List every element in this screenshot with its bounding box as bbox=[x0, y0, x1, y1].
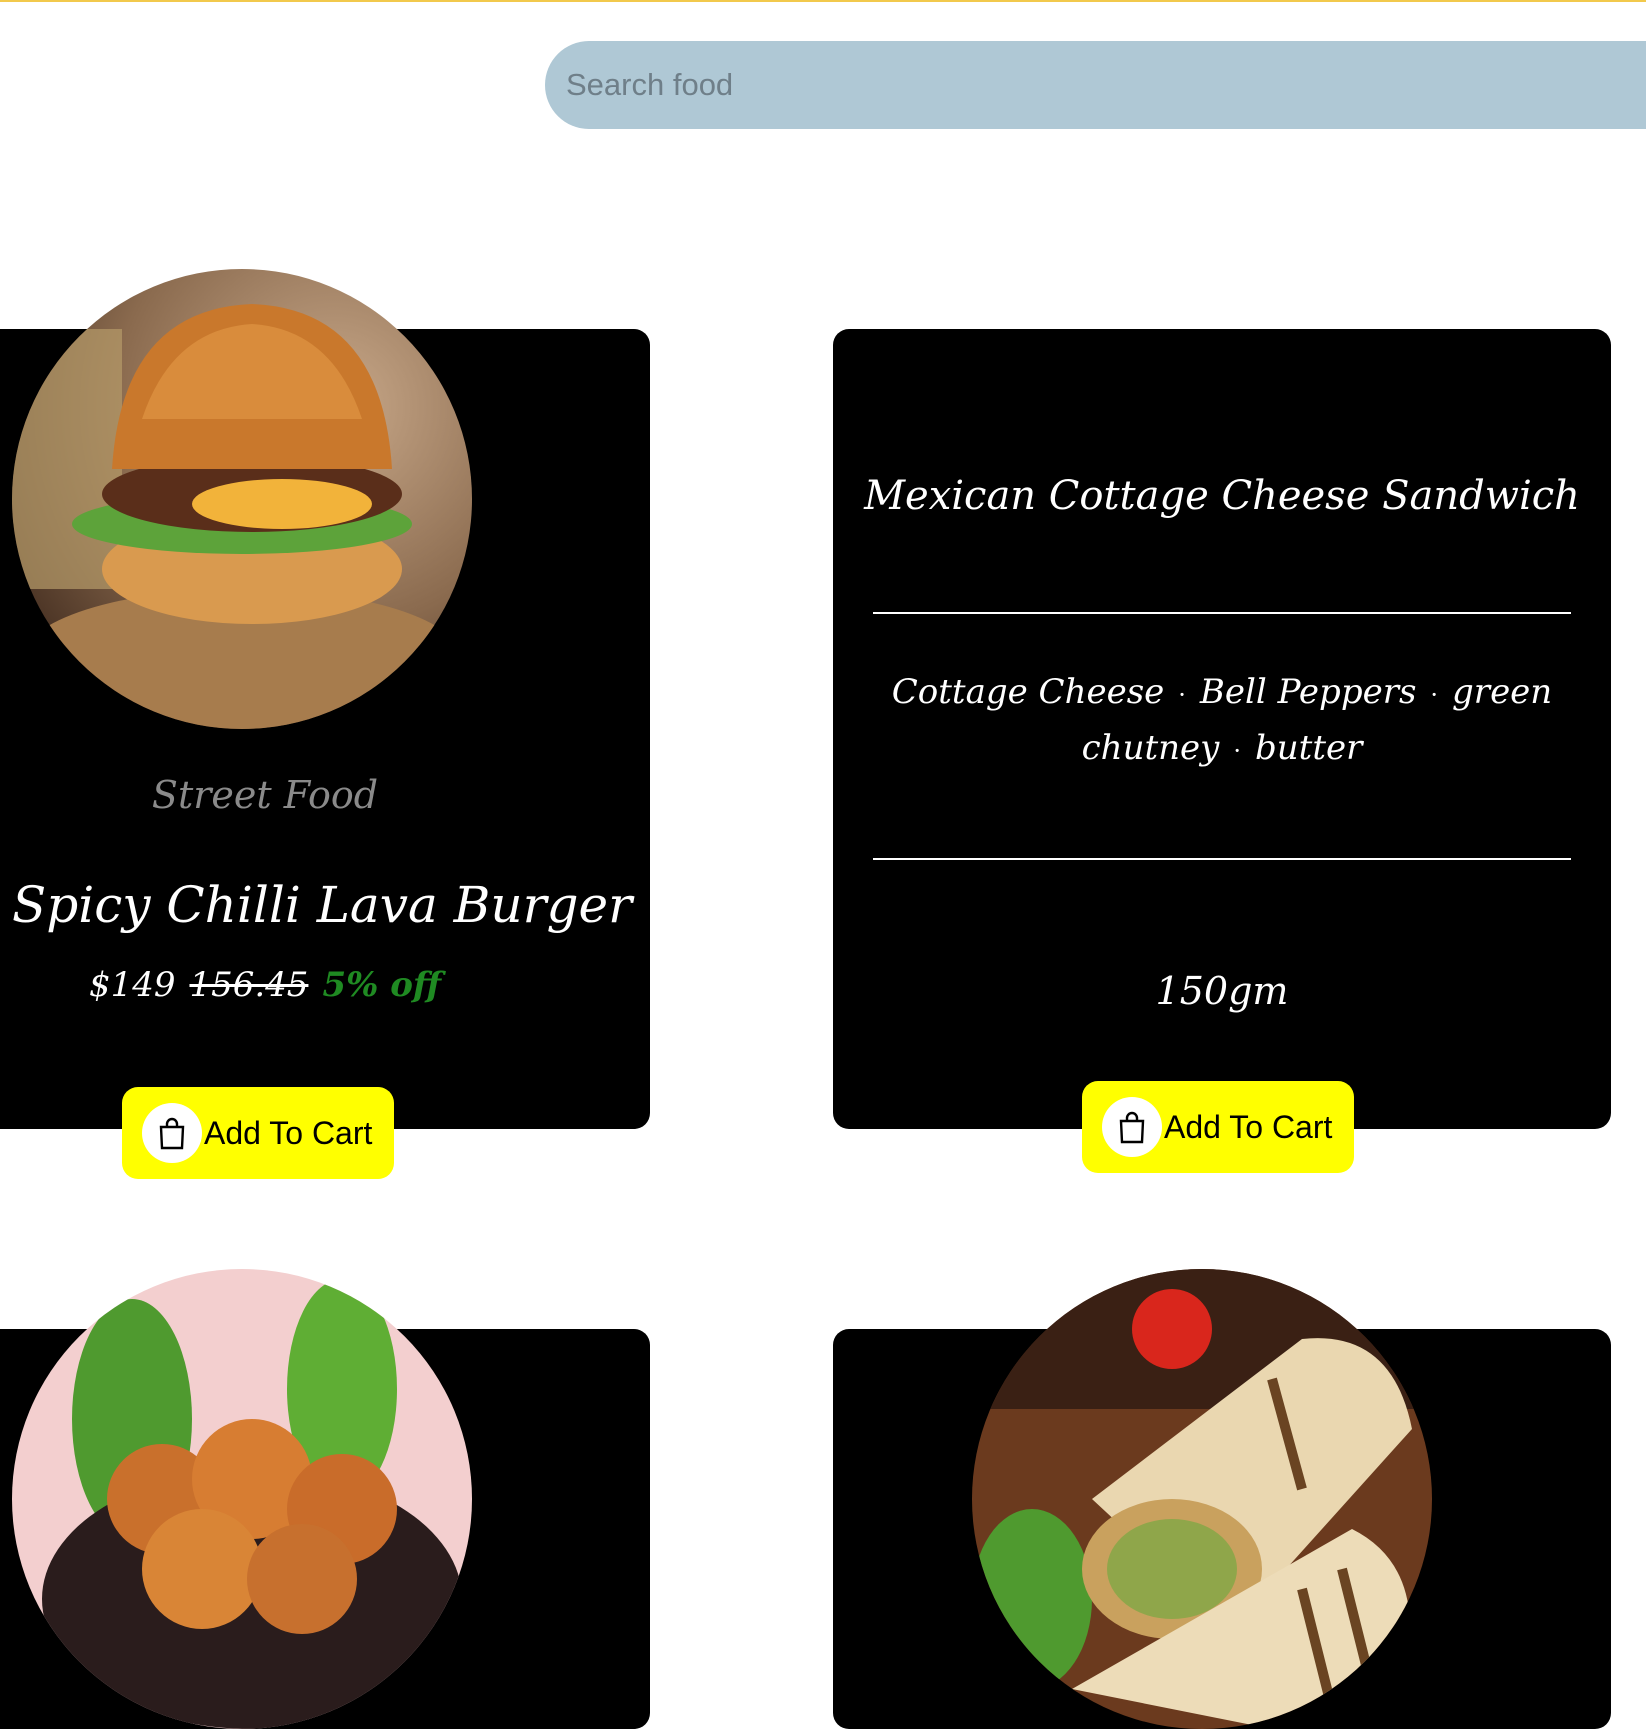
fried-chicken-image bbox=[12, 1269, 472, 1729]
ingredient: Cottage Cheese bbox=[891, 672, 1165, 712]
product-category: Street Food bbox=[151, 773, 379, 817]
burger-image bbox=[12, 269, 472, 729]
price-row: $149 156.45 5% off bbox=[0, 965, 530, 1005]
top-border bbox=[0, 0, 1646, 2]
add-to-cart-label: Add To Cart bbox=[1164, 1108, 1333, 1145]
product-title: Spicy Chilli Lava Burger bbox=[12, 876, 633, 934]
divider bbox=[873, 612, 1571, 614]
product-title: Mexican Cottage Cheese Sandwich bbox=[864, 473, 1580, 519]
discount-badge: 5% off bbox=[322, 965, 442, 1005]
wrap-roll-image bbox=[972, 1269, 1432, 1729]
ingredient: Bell Peppers bbox=[1199, 672, 1417, 712]
ingredient: butter bbox=[1255, 728, 1363, 768]
divider bbox=[873, 858, 1571, 860]
add-to-cart-button[interactable]: Add To Cart bbox=[1082, 1081, 1354, 1173]
ingredients-list: Cottage Cheese · Bell Peppers · green chutne… bbox=[891, 672, 1553, 768]
current-price: $149 bbox=[88, 965, 176, 1005]
shopping-bag-icon bbox=[142, 1103, 202, 1163]
add-to-cart-label: Add To Cart bbox=[204, 1114, 373, 1151]
shopping-bag-icon bbox=[1102, 1097, 1162, 1157]
search-input[interactable] bbox=[545, 41, 1646, 129]
original-price: 156.45 bbox=[189, 965, 309, 1005]
add-to-cart-button[interactable]: Add To Cart bbox=[122, 1087, 394, 1179]
product-weight: 150gm bbox=[1155, 969, 1289, 1013]
